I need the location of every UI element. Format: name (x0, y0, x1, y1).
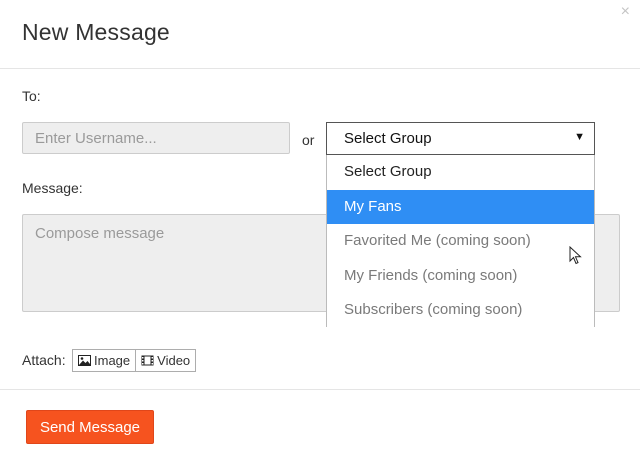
message-label: Message: (22, 180, 83, 196)
group-select-value: Select Group (344, 130, 432, 147)
message-textarea-edge[interactable] (595, 214, 620, 312)
message-textarea[interactable] (22, 214, 326, 312)
dropdown-arrow-icon: ▼ (574, 131, 585, 143)
modal-header: New Message × (0, 0, 640, 69)
send-message-button[interactable]: Send Message (26, 410, 154, 444)
film-icon (141, 355, 154, 366)
attach-buttons: Image Video (72, 349, 197, 372)
group-dropdown-list: Select Group My Fans Favorited Me (comin… (326, 155, 595, 327)
option-my-friends: My Friends (coming soon) (344, 266, 518, 284)
footer-divider (0, 389, 640, 390)
to-label: To: (22, 88, 41, 104)
mouse-cursor-icon (569, 246, 582, 265)
modal-title: New Message (22, 19, 170, 45)
attach-image-label: Image (94, 353, 131, 368)
option-subscribers: Subscribers (coming soon) (344, 301, 523, 318)
attach-video-button[interactable]: Video (136, 349, 197, 372)
attach-image-button[interactable]: Image (72, 349, 137, 372)
close-icon[interactable]: × (621, 4, 630, 20)
option-my-fans[interactable]: My Fans (327, 189, 594, 224)
option-select-group[interactable]: Select Group (327, 155, 594, 190)
attach-video-label: Video (157, 353, 191, 368)
username-input[interactable] (22, 122, 290, 154)
group-select[interactable]: Select Group ▼ (326, 122, 595, 155)
option-favorited-me: Favorited Me (coming soon) (344, 232, 531, 249)
image-icon (78, 355, 91, 366)
or-text: or (302, 132, 315, 148)
attach-label: Attach: (22, 352, 66, 368)
